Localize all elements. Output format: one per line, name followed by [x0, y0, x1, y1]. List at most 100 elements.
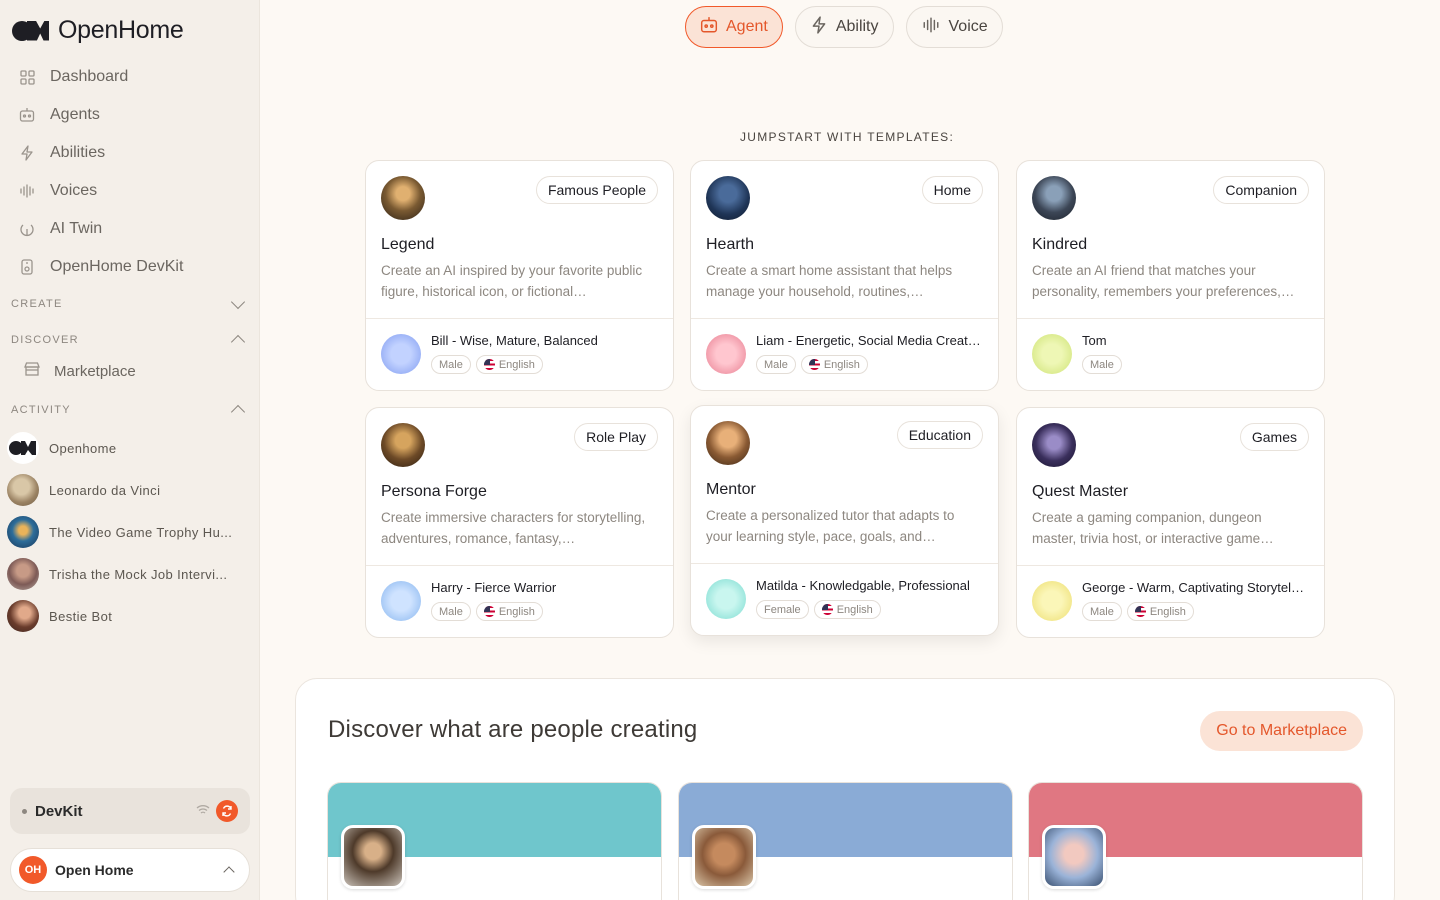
section-create[interactable]: CREATE: [11, 294, 249, 310]
us-flag-icon: [1134, 606, 1146, 617]
category-tag: Role Play: [574, 423, 658, 451]
discover-title: Discover what are people creating: [328, 716, 698, 743]
sidebar-item-voices[interactable]: Voices: [10, 172, 250, 210]
card-title: Quest Master: [1032, 483, 1129, 500]
divider: [1017, 565, 1324, 566]
language-chip: English: [1126, 602, 1194, 621]
avatar: [381, 423, 425, 467]
divider: [691, 563, 998, 564]
category-tag: Companion: [1213, 176, 1309, 204]
avatar: [7, 516, 39, 548]
avatar: [7, 474, 39, 506]
template-card-hearth[interactable]: Home Hearth Create a smart home assistan…: [690, 160, 999, 391]
template-card-quest-master[interactable]: Games Quest Master Create a gaming compa…: [1016, 407, 1325, 638]
robot-icon: [700, 16, 718, 39]
category-tag: Famous People: [535, 176, 658, 204]
sidebar-item-label: AI Twin: [50, 220, 103, 237]
avatar: [7, 600, 39, 632]
discover-card[interactable]: [1028, 782, 1363, 900]
us-flag-icon: [483, 606, 495, 617]
avatar: [1042, 825, 1106, 889]
activity-item[interactable]: The Video Game Trophy Hu...: [7, 511, 247, 553]
sidebar-item-ai-twin[interactable]: AI Twin: [10, 210, 250, 248]
section-discover[interactable]: DISCOVER: [11, 333, 249, 350]
card-description: Create an AI inspired by your favorite p…: [381, 263, 643, 299]
tab-voice[interactable]: Voice: [905, 6, 1003, 48]
discover-card[interactable]: [678, 782, 1013, 900]
sidebar-item-devkit[interactable]: OpenHome DevKit: [10, 248, 250, 286]
language-chip: English: [475, 602, 543, 621]
sidebar-item-dashboard[interactable]: Dashboard: [10, 58, 250, 96]
voice-name: Bill - Wise, Mature, Balanced: [431, 333, 598, 348]
voice-chips: Male English: [431, 602, 543, 621]
card-title: Legend: [381, 236, 435, 253]
activity-label: The Video Game Trophy Hu...: [49, 524, 233, 540]
template-card-kindred[interactable]: Companion Kindred Create an AI friend th…: [1016, 160, 1325, 391]
voice-chips: Male English: [756, 355, 868, 374]
us-flag-icon: [483, 359, 495, 370]
chevron-up-icon: [230, 404, 246, 420]
card-title: Mentor: [706, 481, 756, 498]
openhome-logo[interactable]: OpenHome: [12, 16, 184, 45]
sidebar-item-label: Dashboard: [50, 68, 129, 85]
card-description: Create a smart home assistant that helps…: [706, 263, 953, 299]
sidebar-item-marketplace[interactable]: Marketplace: [24, 362, 136, 380]
go-to-marketplace-button[interactable]: Go to Marketplace: [1200, 711, 1363, 751]
sync-icon[interactable]: [216, 800, 238, 822]
devkit-status[interactable]: DevKit: [10, 788, 250, 834]
language-chip: English: [475, 355, 543, 374]
bolt-icon: [18, 144, 36, 162]
language-label: English: [498, 605, 535, 618]
category-tag: Education: [896, 421, 983, 449]
activity-item[interactable]: Trisha the Mock Job Intervi...: [7, 553, 247, 595]
logo-icon: [12, 19, 52, 43]
us-flag-icon: [821, 604, 833, 615]
discover-card[interactable]: [327, 782, 662, 900]
voice-chips: Male English: [431, 355, 543, 374]
sidebar: OpenHome Dashboard Agents Abilities Voic…: [0, 0, 260, 900]
voice-avatar: [706, 579, 746, 619]
section-label: CREATE: [11, 298, 63, 310]
avatar: [7, 558, 39, 590]
avatar: [706, 176, 750, 220]
avatar: [1032, 423, 1076, 467]
template-card-mentor[interactable]: Education Mentor Create a personalized t…: [690, 405, 999, 636]
devkit-label: DevKit: [35, 802, 83, 820]
voice-chips: Female English: [756, 600, 881, 619]
sidebar-item-agents[interactable]: Agents: [10, 96, 250, 134]
tab-label: Agent: [726, 18, 768, 35]
card-title: Kindred: [1032, 236, 1088, 253]
voice-avatar: [381, 334, 421, 374]
card-title: Persona Forge: [381, 483, 487, 500]
language-label: English: [1149, 605, 1186, 618]
gender-chip: Male: [756, 355, 796, 374]
tab-label: Ability: [835, 18, 879, 35]
account-menu[interactable]: OH Open Home: [10, 848, 250, 892]
gender-chip: Male: [431, 355, 471, 374]
language-label: English: [823, 358, 860, 371]
language-chip: English: [800, 355, 868, 374]
activity-item[interactable]: Leonardo da Vinci: [7, 469, 247, 511]
chevron-down-icon: [230, 294, 246, 310]
activity-item[interactable]: Bestie Bot: [7, 595, 247, 637]
account-name: Open Home: [55, 862, 134, 878]
tab-agent[interactable]: Agent: [685, 6, 783, 48]
card-description: Create an AI friend that matches your pe…: [1032, 263, 1295, 299]
section-activity[interactable]: ACTIVITY: [11, 403, 249, 420]
chevron-up-icon: [223, 866, 235, 878]
status-dot: [22, 808, 27, 814]
voice-chips: Male English: [1082, 602, 1194, 621]
avatar: [706, 421, 750, 465]
sidebar-item-abilities[interactable]: Abilities: [10, 134, 250, 172]
template-card-legend[interactable]: Famous People Legend Create an AI inspir…: [365, 160, 674, 391]
section-label: DISCOVER: [11, 334, 79, 346]
divider: [366, 565, 673, 566]
template-card-persona-forge[interactable]: Role Play Persona Forge Create immersive…: [365, 407, 674, 638]
divider: [691, 318, 998, 319]
sidebar-nav: Dashboard Agents Abilities Voices AI Twi…: [10, 58, 250, 286]
tab-ability[interactable]: Ability: [794, 6, 894, 48]
fingerprint-icon: [18, 220, 36, 238]
voice-avatar: [381, 581, 421, 621]
activity-item[interactable]: Openhome: [7, 427, 247, 469]
language-chip: English: [813, 600, 881, 619]
